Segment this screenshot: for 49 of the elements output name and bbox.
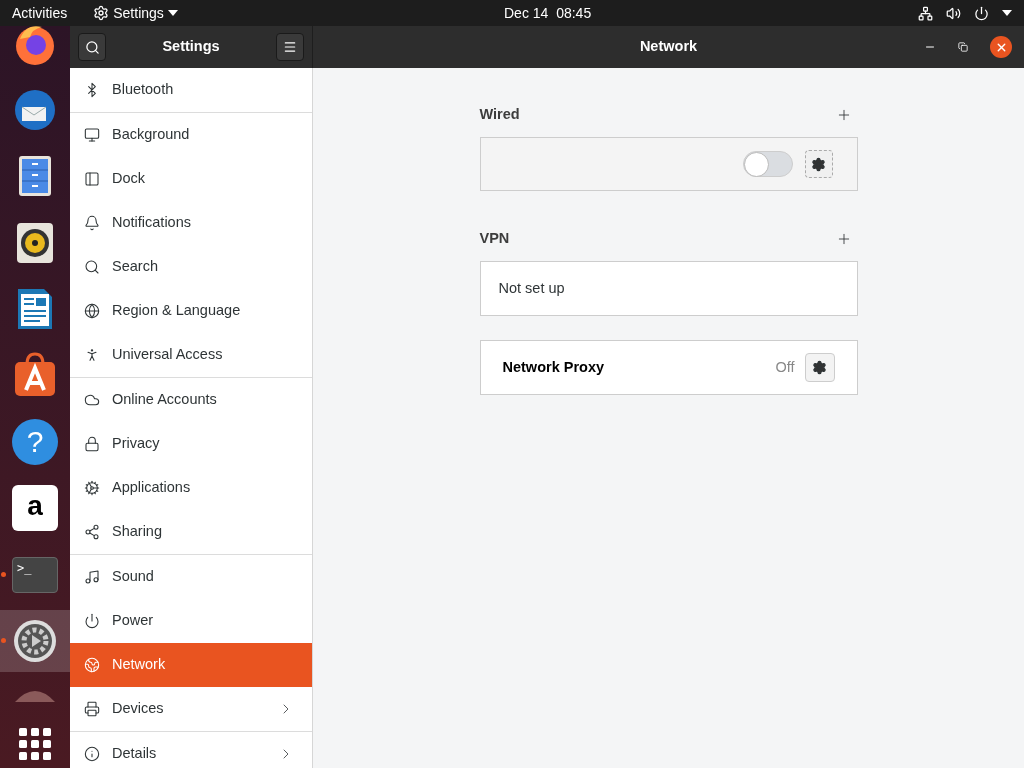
monitor-icon [84,127,100,143]
activities-button[interactable]: Activities [12,2,68,24]
toggle-switch[interactable] [742,151,793,177]
gear-icon [811,156,826,172]
person-icon [84,347,100,363]
terminal-launcher[interactable]: >_ [12,556,58,593]
power-icon [84,613,100,629]
vpn-status: Not set up [498,278,565,298]
clock[interactable]: Dec 14 08:45 [504,2,592,24]
proxy-panel[interactable]: Network Proxy Off [479,340,858,395]
menu-button[interactable] [276,33,304,61]
proxy-label: Network Proxy [502,357,606,377]
network-icon[interactable] [918,5,933,21]
section-heading: Wired [479,105,520,125]
app-menu[interactable]: Settings [93,2,178,24]
window-title: Network [639,37,698,57]
menu-icon [283,40,297,54]
share-icon [84,524,100,540]
settings-button[interactable] [804,353,835,382]
search-icon [84,39,100,55]
music-note-icon [84,569,100,585]
power-icon[interactable] [974,5,989,21]
restore-icon[interactable] [958,42,968,52]
printer-icon [84,701,100,717]
info-icon [84,746,100,762]
settings-button[interactable] [804,150,833,178]
section-heading: VPN [479,229,510,249]
proxy-status: Off [775,357,795,377]
gear-icon [812,360,827,375]
volume-icon[interactable] [946,5,961,21]
gear-icon[interactable] [12,617,58,664]
globe-icon [84,657,100,673]
gear-icon [93,5,110,21]
sidebar-item[interactable]: Network [70,643,312,687]
bell-icon [84,215,100,231]
amazon-launcher[interactable]: a [12,485,58,532]
search-button[interactable] [78,33,106,61]
lock-icon [84,436,100,452]
search-icon [84,259,100,275]
caret-icon[interactable] [1002,10,1012,16]
globe-icon [84,303,100,319]
close-button[interactable] [990,36,1012,58]
cloud-icon [84,392,100,408]
caret-icon [167,10,178,16]
sidebar-title: Settings [161,37,221,57]
shopping-bag-icon[interactable] [12,352,58,399]
gear-icon [84,480,100,496]
panel-icon [84,171,100,187]
app-grid-icon[interactable] [19,728,51,761]
